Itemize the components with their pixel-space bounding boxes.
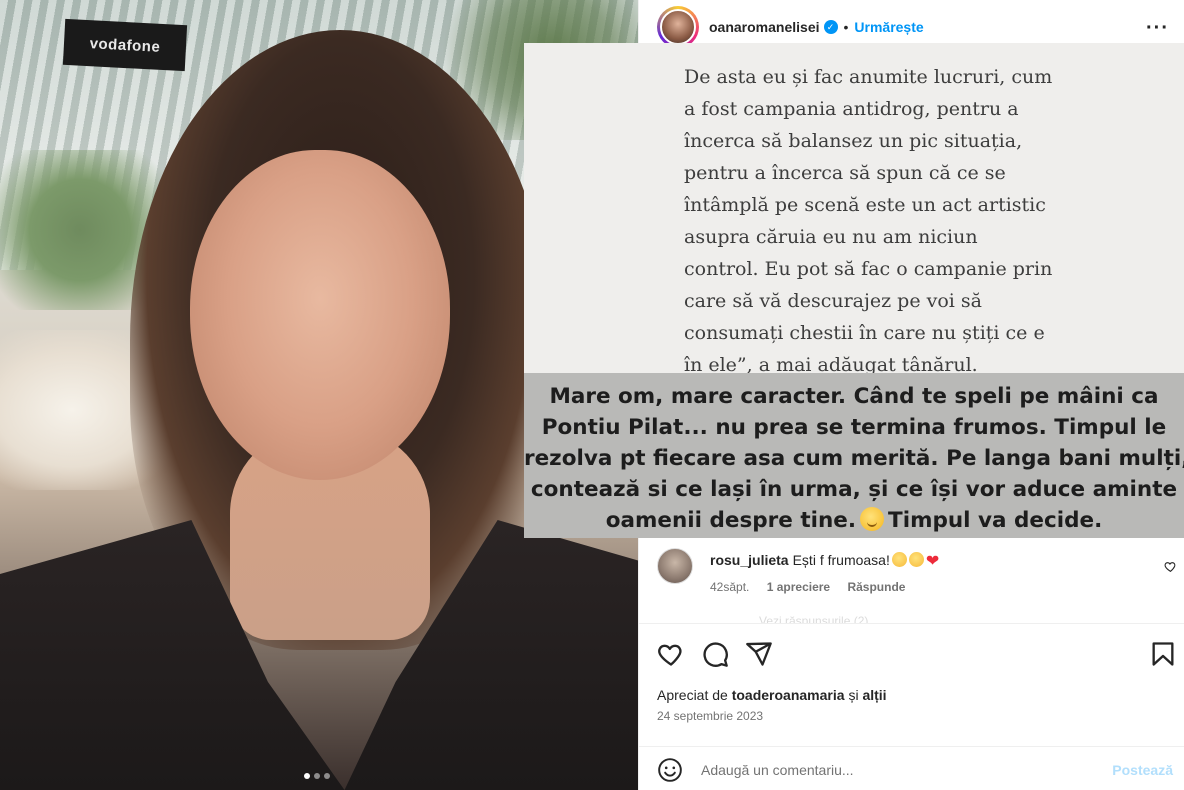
add-comment-bar: Postează xyxy=(639,746,1184,790)
carousel-dot xyxy=(324,773,330,779)
quote-line: asupra căruia eu nu am niciun xyxy=(684,226,978,248)
comment-icon[interactable] xyxy=(701,640,729,668)
comment-like-icon[interactable] xyxy=(1164,560,1177,576)
commenter-username[interactable]: rosu_julieta xyxy=(710,552,789,568)
caption-line: Mare om, mare caracter. Când te speli pe… xyxy=(549,384,1159,409)
comment-text: Ești f frumoasa! xyxy=(792,552,890,568)
carousel-dot xyxy=(304,773,310,779)
author-avatar[interactable] xyxy=(657,6,699,48)
verified-badge-icon: ✓ xyxy=(823,20,838,34)
quote-line: De asta eu și fac anumite lucruri, cum xyxy=(684,66,1053,88)
likes-others-link[interactable]: alții xyxy=(862,687,886,703)
caption-tail: Timpul va decide. xyxy=(888,508,1103,533)
avatar-image xyxy=(660,9,696,45)
liker-username[interactable]: toaderoanamaria xyxy=(732,687,845,703)
comment-item: rosu_julieta Ești f frumoasa! ❤ 42săpt. 1 … xyxy=(657,548,1177,608)
emoji-picker-icon[interactable] xyxy=(657,757,683,783)
caption-text: oamenii despre tine. xyxy=(605,508,857,533)
likes-and: și xyxy=(848,687,859,703)
comment-input[interactable] xyxy=(701,759,1081,781)
share-icon[interactable] xyxy=(745,640,773,668)
story-screenshot-image: De asta eu și fac anumite lucruri, cum a… xyxy=(524,43,1184,538)
post-actions-bar xyxy=(639,623,1184,681)
likes-prefix: Apreciat de xyxy=(657,687,728,703)
caption-line-last: oamenii despre tine. Timpul va decide. xyxy=(524,505,1184,536)
red-heart-emoji-icon: ❤ xyxy=(925,553,940,570)
quote-line: a fost campania antidrog, pentru a xyxy=(684,98,1019,120)
view-replies-link[interactable]: Vezi răspunsurile (2) xyxy=(759,614,868,623)
comment-reply-button[interactable]: Răspunde xyxy=(847,580,905,594)
comment-meta: 42săpt. 1 apreciere Răspunde xyxy=(710,580,919,594)
hugging-face-emoji-icon xyxy=(891,552,907,567)
more-options-icon[interactable]: ··· xyxy=(1146,18,1169,38)
heart-icon[interactable] xyxy=(657,640,685,668)
header-separator: • xyxy=(843,19,849,35)
photo-sign: vodafone xyxy=(62,18,188,72)
quote-line: care să vă descurajez pe voi să xyxy=(684,290,982,312)
caption-line: Pontiu Pilat... nu prea se termina frumo… xyxy=(541,415,1167,440)
caption-line: rezolva pt fiecare asa cum merită. Pe la… xyxy=(524,446,1184,471)
photo-face xyxy=(190,150,450,480)
wink-emoji-icon xyxy=(860,507,885,531)
carousel-indicator xyxy=(304,773,330,779)
post-comment-button[interactable]: Postează xyxy=(1112,762,1173,778)
bookmark-icon[interactable] xyxy=(1149,640,1177,668)
comment-likes-count[interactable]: 1 apreciere xyxy=(767,580,830,594)
commenter-avatar[interactable] xyxy=(657,548,693,584)
kissing-face-emoji-icon xyxy=(908,552,924,567)
likes-summary: Apreciat de toaderoanamaria și alții xyxy=(657,687,887,703)
comment-time: 42săpt. xyxy=(710,580,750,594)
story-caption: Mare om, mare caracter. Când te speli pe… xyxy=(524,381,1184,536)
follow-button[interactable]: Urmărește xyxy=(854,19,923,35)
carousel-dot xyxy=(314,773,320,779)
quote-line: pentru a încerca să spun că ce se xyxy=(684,162,1006,184)
quote-line: control. Eu pot să fac o campanie prin xyxy=(684,258,1053,280)
story-quote: De asta eu și fac anumite lucruri, cum a… xyxy=(684,61,1124,381)
comment-line: rosu_julieta Ești f frumoasa! ❤ xyxy=(710,551,939,571)
caption-line: contează si ce lași în urma, și ce își v… xyxy=(530,477,1178,502)
quote-line: întâmplă pe scenă este un act artistic xyxy=(684,194,1046,216)
post-date[interactable]: 24 septembrie 2023 xyxy=(657,709,763,723)
quote-line: consumați chestii în care nu știți ce e xyxy=(684,322,1045,344)
author-username[interactable]: oanaromanelisei xyxy=(709,19,820,35)
quote-line: încerca să balansez un pic situația, xyxy=(684,130,1023,152)
